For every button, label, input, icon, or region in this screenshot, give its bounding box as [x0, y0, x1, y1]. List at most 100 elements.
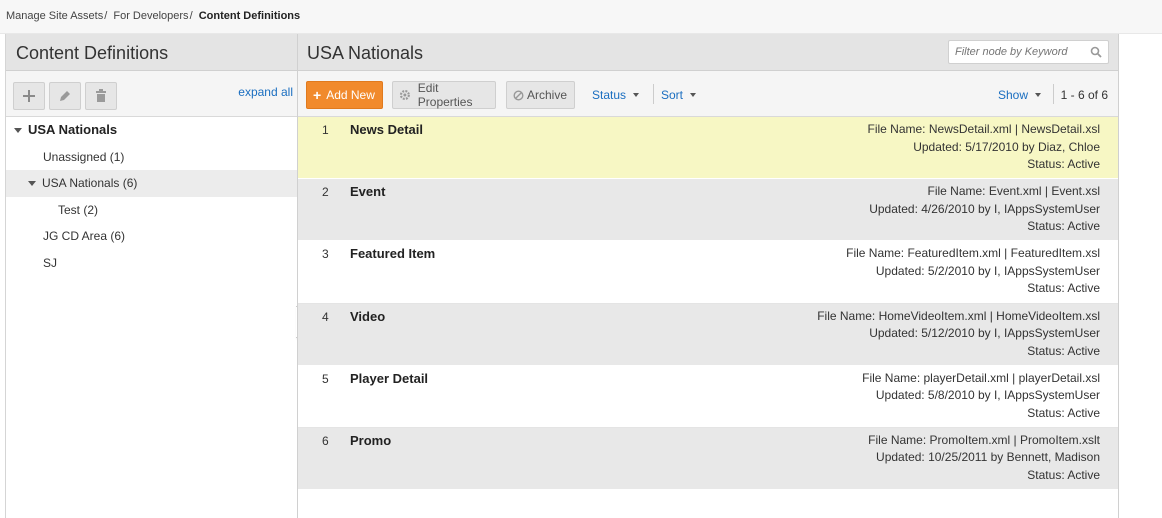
row-meta: File Name: NewsDetail.xml | NewsDetail.x…	[868, 121, 1101, 174]
show-dropdown[interactable]: Show	[998, 88, 1042, 102]
breadcrumb-separator: /	[189, 10, 193, 22]
sort-dropdown-label: Sort	[661, 88, 684, 102]
row-file-name: File Name: HomeVideoItem.xml | HomeVideo…	[817, 308, 1100, 323]
plus-icon: +	[313, 87, 322, 103]
row-title[interactable]: Video	[350, 309, 385, 324]
row-number: 4	[322, 309, 329, 324]
filter-box	[948, 40, 1109, 64]
divider	[1053, 84, 1054, 104]
divider	[653, 84, 654, 104]
add-node-button[interactable]	[13, 82, 45, 110]
add-new-button[interactable]: + Add New	[306, 81, 383, 109]
breadcrumb-current: Content Definitions	[198, 10, 301, 22]
row-meta: File Name: HomeVideoItem.xml | HomeVideo…	[817, 308, 1100, 361]
tree-node-label: Test (2)	[58, 202, 99, 217]
list-item[interactable]: 1 News Detail File Name: NewsDetail.xml …	[298, 117, 1118, 180]
ban-icon	[513, 89, 524, 101]
chevron-down-icon	[1035, 92, 1042, 97]
row-title[interactable]: Featured Item	[350, 246, 435, 261]
tree-node-jg-cd-area[interactable]: JG CD Area (6)	[6, 223, 297, 250]
tree-node-usa-nationals[interactable]: USA Nationals (6)	[6, 170, 297, 197]
row-title[interactable]: News Detail	[350, 122, 423, 137]
caret-down-icon[interactable]	[14, 128, 22, 133]
tree-node-unassigned[interactable]: Unassigned (1)	[6, 144, 297, 171]
row-file-name: File Name: Event.xml | Event.xsl	[927, 184, 1101, 199]
delete-node-button[interactable]	[85, 82, 117, 110]
tree-node-label: Unassigned (1)	[43, 149, 125, 164]
row-number: 1	[322, 123, 329, 137]
row-file-name: File Name: playerDetail.xml | playerDeta…	[862, 370, 1100, 385]
gear-icon	[399, 89, 410, 101]
row-number: 2	[322, 185, 329, 200]
row-updated: Updated: 5/2/2010 by I, IAppsSystemUser	[875, 263, 1100, 278]
chevron-down-icon	[633, 92, 640, 97]
row-status: Status: Active	[1027, 405, 1100, 420]
breadcrumb-item-for-developers[interactable]: For Developers	[113, 10, 188, 22]
list-toolbar: + Add New Edit Properties Archive Status…	[298, 71, 1118, 117]
row-number: 3	[322, 247, 329, 262]
tree-node-usa-nationals-root[interactable]: USA Nationals	[6, 117, 297, 144]
pencil-icon	[60, 91, 70, 101]
row-file-name: File Name: PromoItem.xml | PromoItem.xsl…	[868, 432, 1100, 447]
archive-label: Archive	[527, 88, 568, 102]
edit-node-button[interactable]	[49, 82, 81, 110]
tree-node-label: SJ	[43, 255, 58, 270]
row-title[interactable]: Event	[350, 184, 385, 199]
tree-node-label: USA Nationals	[28, 122, 118, 137]
row-updated: Updated: 10/25/2011 by Bennett, Madison	[876, 450, 1100, 465]
row-meta: File Name: Event.xml | Event.xsl Updated…	[869, 183, 1100, 236]
content-list-panel: USA Nationals + Add New Edit Properties …	[297, 34, 1119, 518]
row-updated: Updated: 4/26/2010 by I, IAppsSystemUser	[869, 201, 1100, 216]
row-title[interactable]: Promo	[350, 433, 391, 448]
add-new-label: Add New	[326, 88, 375, 102]
row-status: Status: Active	[1027, 281, 1100, 296]
list-item[interactable]: 3 Featured Item File Name: FeaturedItem.…	[298, 241, 1118, 304]
tree-node-sj[interactable]: SJ	[6, 250, 297, 277]
filter-input[interactable]	[949, 41, 1089, 63]
breadcrumb: Manage Site Assets/ For Developers/ Cont…	[6, 10, 300, 22]
edit-properties-button[interactable]: Edit Properties	[392, 81, 496, 109]
row-number: 5	[322, 371, 329, 386]
row-meta: File Name: FeaturedItem.xml | FeaturedIt…	[846, 245, 1100, 298]
content-definitions-panel: Content Definitions expand all USA Natio…	[5, 34, 297, 518]
row-updated: Updated: 5/17/2010 by Diaz, Chloe	[913, 139, 1100, 154]
list-item[interactable]: 6 Promo File Name: PromoItem.xml | Promo…	[298, 427, 1118, 491]
expand-all-link[interactable]: expand all	[238, 85, 293, 99]
status-dropdown-label: Status	[592, 88, 627, 102]
edit-properties-label: Edit Properties	[417, 81, 473, 109]
right-panel-title: USA Nationals	[307, 43, 424, 63]
tree-node-label: JG CD Area (6)	[43, 229, 126, 243]
row-status: Status: Active	[1027, 467, 1100, 482]
right-panel-header: USA Nationals	[298, 34, 1118, 71]
chevron-down-icon	[690, 92, 697, 97]
row-updated: Updated: 5/12/2010 by I, IAppsSystemUser	[869, 326, 1100, 341]
tree-toolbar: expand all	[6, 71, 297, 117]
row-title[interactable]: Player Detail	[350, 371, 428, 386]
left-panel-title: Content Definitions	[6, 34, 297, 71]
row-status: Status: Active	[1027, 219, 1100, 234]
status-dropdown[interactable]: Status	[592, 88, 640, 102]
tree-node-test[interactable]: Test (2)	[6, 197, 297, 224]
row-file-name: File Name: FeaturedItem.xml | FeaturedIt…	[846, 246, 1100, 261]
search-icon[interactable]	[1090, 46, 1102, 58]
tree: USA Nationals Unassigned (1) USA Nationa…	[6, 117, 297, 276]
row-updated: Updated: 5/8/2010 by I, IAppsSystemUser	[875, 388, 1100, 403]
breadcrumb-item-manage-site-assets[interactable]: Manage Site Assets	[6, 10, 103, 22]
row-number: 6	[322, 433, 329, 448]
row-status: Status: Active	[1027, 343, 1100, 358]
list-item[interactable]: 5 Player Detail File Name: playerDetail.…	[298, 365, 1118, 428]
plus-icon	[23, 90, 35, 102]
top-bar: Manage Site Assets/ For Developers/ Cont…	[0, 0, 1162, 34]
sort-dropdown[interactable]: Sort	[661, 88, 697, 102]
content-definition-list: 1 News Detail File Name: NewsDetail.xml …	[298, 117, 1118, 491]
row-file-name: File Name: NewsDetail.xml | NewsDetail.x…	[867, 122, 1101, 136]
list-item[interactable]: 4 Video File Name: HomeVideoItem.xml | H…	[298, 303, 1118, 366]
pager-text: 1 - 6 of 6	[1060, 88, 1108, 102]
row-status: Status: Active	[1027, 157, 1100, 171]
row-meta: File Name: playerDetail.xml | playerDeta…	[862, 370, 1100, 423]
breadcrumb-separator: /	[104, 10, 108, 22]
archive-button[interactable]: Archive	[506, 81, 575, 109]
caret-down-icon[interactable]	[28, 181, 36, 186]
list-item[interactable]: 2 Event File Name: Event.xml | Event.xsl…	[298, 179, 1118, 242]
row-meta: File Name: PromoItem.xml | PromoItem.xsl…	[868, 432, 1100, 485]
